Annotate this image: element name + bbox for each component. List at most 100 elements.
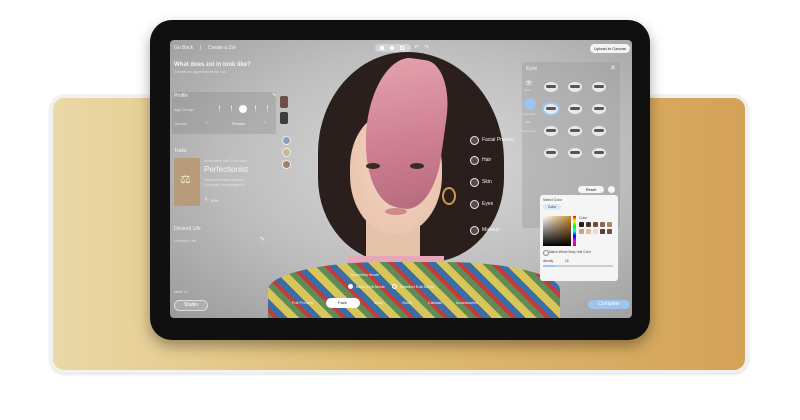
density-slider[interactable]: [543, 265, 613, 267]
camera-icon[interactable]: [380, 46, 384, 50]
eyebrow-tab-icon[interactable]: [524, 98, 536, 110]
eyebrow-option[interactable]: [568, 104, 582, 114]
traits-section-label: Traits: [174, 148, 187, 154]
male-ui-item[interactable]: Male UI: [174, 289, 188, 294]
person-icon-elder[interactable]: ╿: [254, 106, 257, 112]
color-sub-label: Color: [579, 216, 588, 220]
trait-edit-icon[interactable]: ✎: [204, 197, 208, 203]
studio-button[interactable]: Studio: [174, 300, 208, 311]
tab-face-label: Face: [338, 300, 347, 305]
info-icon[interactable]: [608, 186, 615, 193]
reset-button[interactable]: Reset: [578, 186, 604, 193]
color-chip-label: Color: [547, 205, 557, 209]
color-swatch[interactable]: [607, 222, 612, 227]
tab-outfit[interactable]: Outfit: [402, 300, 412, 305]
eyebrow-option[interactable]: [568, 148, 582, 158]
symmetry-mode-toggle[interactable]: Symmetry Mode: [350, 272, 379, 277]
frame-icon[interactable]: [400, 46, 404, 50]
pose-icon-3[interactable]: [282, 160, 291, 169]
side-label-eyebrows: Eyebrows: [522, 112, 536, 116]
eyebrow-option-selected[interactable]: [544, 104, 558, 114]
undo-icon[interactable]: ↶: [414, 44, 419, 51]
app-screen: Go Back | Create a Zoi ↶ ↷ Upload to Can…: [170, 40, 632, 318]
color-swatch[interactable]: [586, 222, 591, 227]
eyebrow-option[interactable]: [568, 126, 582, 136]
color-swatch[interactable]: [600, 229, 605, 234]
close-icon[interactable]: ✕: [610, 64, 616, 72]
trait-card-image: ⚖: [174, 158, 200, 206]
gender-prev-arrow[interactable]: ‹: [206, 120, 208, 126]
person-icon-senior[interactable]: ╿: [266, 106, 269, 112]
side-label-eyelashes: Eyelashes: [522, 129, 536, 133]
eyebrow-option[interactable]: [592, 126, 606, 136]
person-icon-adult-selected[interactable]: [239, 105, 247, 113]
person-icon-teen[interactable]: ╿: [230, 106, 233, 112]
facial-presets-icon: [470, 136, 479, 145]
color-swatch[interactable]: [593, 229, 598, 234]
complete-button[interactable]: Complete: [588, 300, 630, 309]
color-chip[interactable]: Color: [543, 204, 561, 210]
match-hair-label: Match Whole Body Hair Color: [549, 250, 591, 254]
pose-icon-1[interactable]: [282, 136, 291, 145]
eye-icon[interactable]: 👁: [525, 80, 533, 87]
upload-to-canvas-button[interactable]: Upload to Canvas: [590, 44, 630, 53]
category-label: Makeup: [482, 227, 500, 233]
color-swatch[interactable]: [586, 229, 591, 234]
heading-title: What does zoi in look like?: [174, 62, 251, 68]
bottom-tab-bar: Full Presets Face Body Outfit Catwalk Ac…: [288, 298, 488, 308]
age-group-label: Age Group: [174, 107, 194, 112]
trait-edit-label[interactable]: Edit: [211, 198, 218, 203]
color-swatch[interactable]: [593, 222, 598, 227]
topbar-separator: |: [200, 45, 202, 51]
basic-edit-mode[interactable]: Basic Edit Mode: [356, 284, 385, 289]
detailed-edit-mode[interactable]: Detailed Edit Mode: [400, 284, 434, 289]
color-gradient-picker[interactable]: [543, 216, 571, 246]
tab-accessories[interactable]: Accessories: [456, 300, 478, 305]
view-toggle-group[interactable]: [375, 44, 411, 52]
tab-body[interactable]: Body: [374, 300, 383, 305]
redo-icon[interactable]: ↷: [424, 44, 429, 51]
color-swatch[interactable]: [579, 229, 584, 234]
pose-icon-2[interactable]: [282, 148, 291, 157]
eyebrow-option[interactable]: [592, 104, 606, 114]
detailed-edit-radio[interactable]: [392, 284, 397, 289]
density-value: 15: [565, 259, 569, 263]
avatar-thumb-1[interactable]: [280, 96, 288, 108]
eyebrow-option[interactable]: [568, 82, 582, 92]
profile-edit-icon[interactable]: ✎: [272, 92, 277, 99]
desired-life-edit-icon[interactable]: ✎: [260, 236, 265, 243]
person-icon-child[interactable]: ╿: [218, 106, 221, 112]
character-eye-right: [410, 163, 424, 169]
category-label: Facial Presets: [482, 137, 514, 143]
avatar-thumb-2[interactable]: [280, 112, 288, 124]
upload-button-label: Upload to Canvas: [594, 46, 626, 51]
hue-slider[interactable]: [573, 216, 576, 246]
eyebrow-option[interactable]: [544, 82, 558, 92]
trait-desc-2: Thorough, Knowledgeable: [204, 183, 245, 187]
heading-subtitle: Create an appearance for zoi.: [174, 69, 227, 74]
eyebrow-option[interactable]: [544, 148, 558, 158]
eyebrow-option[interactable]: [544, 126, 558, 136]
go-back-link[interactable]: Go Back: [174, 45, 193, 51]
eyebrow-option[interactable]: [592, 148, 606, 158]
basic-edit-radio[interactable]: [348, 284, 353, 289]
trait-card-title: Perfectionist: [204, 165, 249, 174]
eyelash-icon[interactable]: ⌒: [525, 120, 531, 129]
eyebrow-option[interactable]: [592, 82, 606, 92]
gender-next-arrow[interactable]: ›: [264, 120, 266, 126]
light-icon[interactable]: [390, 46, 394, 50]
gender-label: Gender: [174, 121, 188, 126]
character-lips: [385, 208, 407, 215]
color-swatch[interactable]: [607, 229, 612, 234]
makeup-icon: [470, 226, 479, 235]
age-group-selector[interactable]: ╿ ╿ ╿ ╿: [218, 105, 273, 113]
color-swatch[interactable]: [579, 222, 584, 227]
trait-card-header: Motivated and Thorough: [204, 158, 248, 163]
density-label: density: [543, 259, 554, 263]
tab-catwalk[interactable]: Catwalk: [428, 300, 442, 305]
tab-full-presets[interactable]: Full Presets: [292, 300, 313, 305]
tab-face-active[interactable]: Face: [326, 298, 360, 308]
color-swatch[interactable]: [600, 222, 605, 227]
category-label: Eyes: [482, 201, 494, 207]
character-eye-left: [366, 163, 380, 169]
